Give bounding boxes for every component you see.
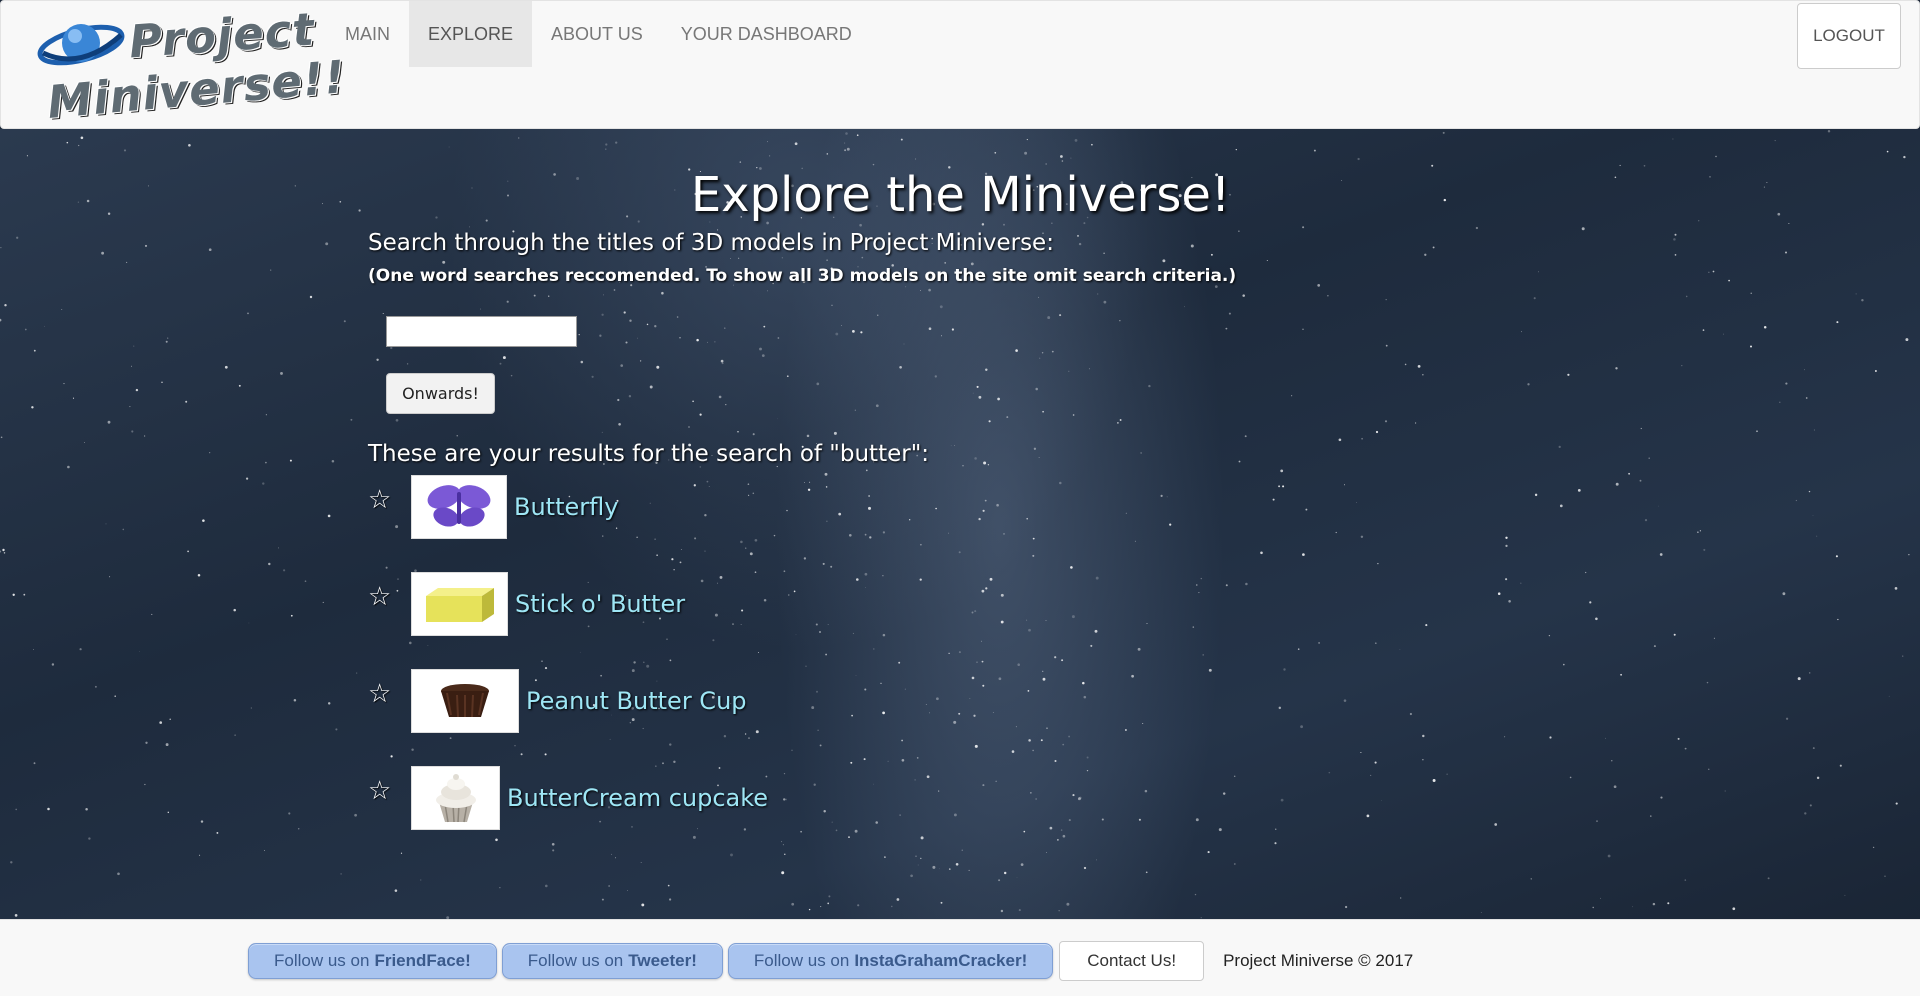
nav-item-about-us[interactable]: ABOUT US <box>532 1 662 67</box>
star-icon[interactable]: ☆ <box>368 485 398 515</box>
butterfly-icon <box>427 485 491 527</box>
nav-item-main[interactable]: MAIN <box>326 1 409 67</box>
contact-us-button[interactable]: Contact Us! <box>1059 941 1205 981</box>
result-item: ☆ Peanut Butter Cup <box>368 669 747 733</box>
result-link[interactable]: Butterfly <box>514 493 618 521</box>
follow-prefix: Follow us on <box>527 951 624 970</box>
butter-stick-icon <box>425 588 494 622</box>
follow-network-name: Tweeter! <box>628 951 697 970</box>
result-item: ☆ ButterCream cupcake <box>368 766 768 830</box>
butterfly-thumbnail[interactable] <box>411 475 507 539</box>
nav-item-explore[interactable]: EXPLORE <box>409 1 533 67</box>
cupcake-thumbnail[interactable] <box>411 766 500 830</box>
onwards-button[interactable]: Onwards! <box>386 373 495 414</box>
search-note: (One word searches reccomended. To show … <box>368 266 1237 286</box>
follow-prefix: Follow us on <box>274 951 370 970</box>
follow-network-name: InstaGrahamCracker! <box>854 951 1028 970</box>
peanut-butter-cup-thumbnail[interactable] <box>411 669 519 733</box>
follow-prefix: Follow us on <box>753 951 850 970</box>
footer: Follow us on FriendFace! Follow us on Tw… <box>0 919 1920 996</box>
result-link[interactable]: Stick o' Butter <box>515 590 685 618</box>
search-input[interactable] <box>386 316 577 347</box>
planet-icon <box>37 24 125 66</box>
result-item: ☆ Butterfly <box>368 475 618 539</box>
result-item: ☆ Stick o' Butter <box>368 572 685 636</box>
result-link[interactable]: Peanut Butter Cup <box>526 687 747 715</box>
follow-tweeter-button[interactable]: Follow us on Tweeter! <box>501 943 723 979</box>
star-icon[interactable]: ☆ <box>368 679 398 709</box>
follow-friendface-button[interactable]: Follow us on FriendFace! <box>248 943 497 979</box>
logout-button[interactable]: LOGOUT <box>1797 3 1901 69</box>
result-link[interactable]: ButterCream cupcake <box>507 784 768 812</box>
peanut-butter-cup-icon <box>441 684 489 718</box>
page-title: Explore the Miniverse! <box>690 167 1231 223</box>
site-logo[interactable]: Project Miniverse!! <box>37 3 348 129</box>
star-icon[interactable]: ☆ <box>368 776 398 806</box>
cupcake-icon <box>435 774 476 823</box>
nav-item-your-dashboard[interactable]: YOUR DASHBOARD <box>662 1 871 67</box>
results-heading: These are your results for the search of… <box>368 441 930 467</box>
star-icon[interactable]: ☆ <box>368 582 398 612</box>
follow-instagrahamcracker-button[interactable]: Follow us on InstaGrahamCracker! <box>727 943 1054 979</box>
follow-network-name: FriendFace! <box>374 951 471 970</box>
main-nav: MAIN EXPLORE ABOUT US YOUR DASHBOARD <box>326 1 871 67</box>
navbar: Project Miniverse!! MAIN EXPLORE ABOUT U… <box>0 0 1920 129</box>
footer-links: Follow us on FriendFace! Follow us on Tw… <box>248 941 1413 981</box>
copyright-text: Project Miniverse © 2017 <box>1223 951 1414 970</box>
explore-main: Explore the Miniverse! Search through th… <box>0 129 1920 919</box>
search-intro: Search through the titles of 3D models i… <box>368 230 1054 256</box>
butter-stick-thumbnail[interactable] <box>411 572 508 636</box>
